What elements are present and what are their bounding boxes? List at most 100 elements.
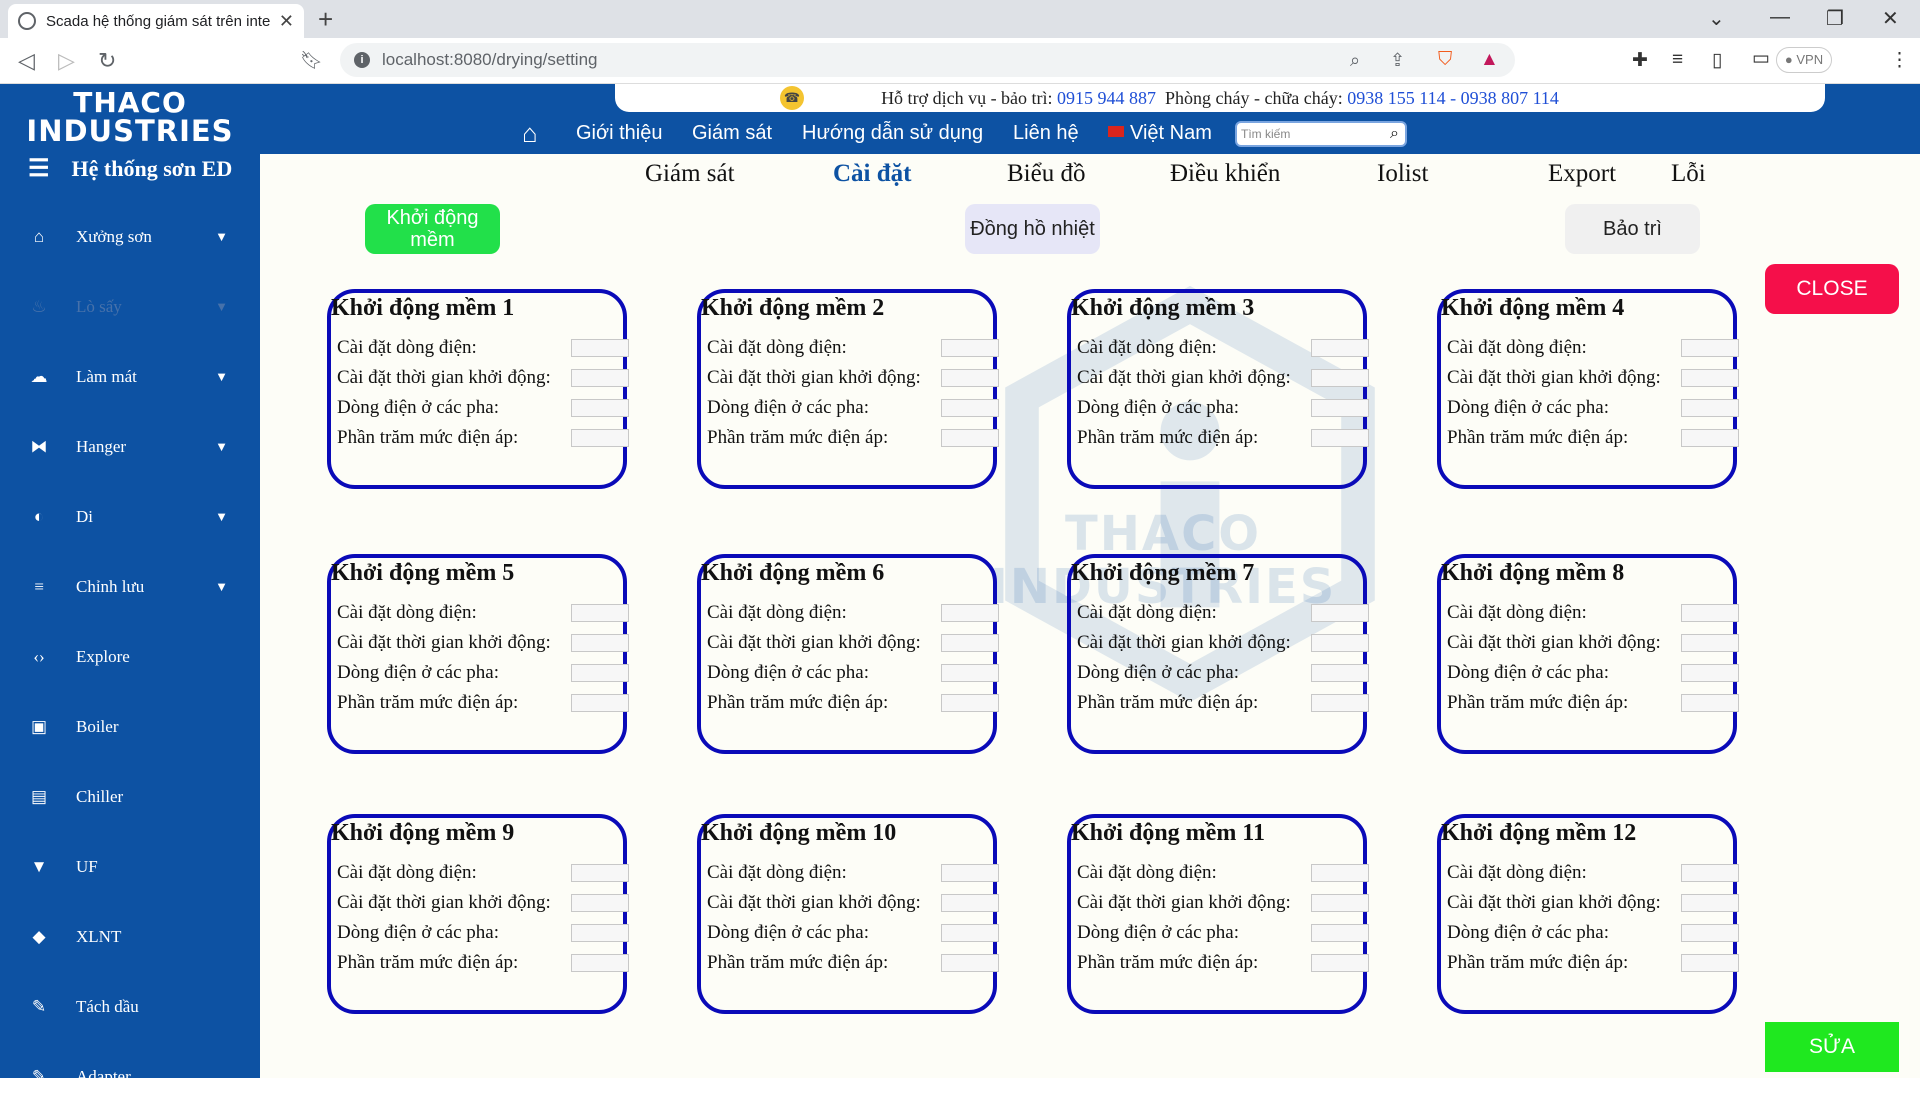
- sidebar-toggle-icon[interactable]: ▯: [1712, 49, 1722, 72]
- sidebar-item[interactable]: ◐ Di ▼: [0, 492, 260, 542]
- field-input[interactable]: [1681, 664, 1739, 682]
- subtab-errors[interactable]: Lỗi: [1671, 160, 1706, 188]
- field-input[interactable]: [1311, 954, 1369, 972]
- field-input[interactable]: [941, 894, 999, 912]
- field-input[interactable]: [571, 664, 629, 682]
- field-input[interactable]: [1681, 634, 1739, 652]
- field-input[interactable]: [1681, 339, 1739, 357]
- field-input[interactable]: [1311, 694, 1369, 712]
- field-input[interactable]: [941, 634, 999, 652]
- playlist-icon[interactable]: ≡: [1672, 49, 1683, 71]
- field-input[interactable]: [571, 634, 629, 652]
- reload-icon[interactable]: ↻: [98, 48, 116, 74]
- fire-numbers[interactable]: 0938 155 114 - 0938 807 114: [1347, 88, 1559, 109]
- nav-monitor[interactable]: Giám sát: [692, 122, 772, 145]
- share-icon[interactable]: ⇪: [1390, 50, 1405, 71]
- field-input[interactable]: [1681, 429, 1739, 447]
- field-input[interactable]: [1311, 924, 1369, 942]
- field-input[interactable]: [941, 399, 999, 417]
- soft-start-button[interactable]: Khởi động mềm: [365, 204, 500, 254]
- field-input[interactable]: [1681, 954, 1739, 972]
- field-input[interactable]: [941, 694, 999, 712]
- field-input[interactable]: [1311, 664, 1369, 682]
- field-input[interactable]: [1681, 694, 1739, 712]
- hamburger-icon[interactable]: ☰: [28, 154, 50, 183]
- nav-guide[interactable]: Hướng dẫn sử dụng: [802, 122, 983, 145]
- nav-contact[interactable]: Liên hệ: [1013, 122, 1079, 145]
- sidebar-item[interactable]: ⧓ Hanger ▼: [0, 422, 260, 472]
- field-input[interactable]: [571, 894, 629, 912]
- field-input[interactable]: [941, 339, 999, 357]
- close-window-icon[interactable]: ✕: [1882, 6, 1899, 31]
- back-icon[interactable]: ◁: [18, 48, 35, 74]
- field-input[interactable]: [941, 924, 999, 942]
- subtab-monitor[interactable]: Giám sát: [645, 160, 735, 188]
- browser-tab[interactable]: Scada hệ thống giám sát trên inte ✕: [8, 4, 304, 38]
- field-input[interactable]: [571, 399, 629, 417]
- field-input[interactable]: [571, 954, 629, 972]
- field-input[interactable]: [571, 339, 629, 357]
- field-input[interactable]: [1681, 924, 1739, 942]
- vpn-button[interactable]: ● VPN: [1776, 47, 1832, 73]
- new-tab-icon[interactable]: +: [318, 6, 333, 32]
- field-input[interactable]: [1681, 399, 1739, 417]
- thermometer-button[interactable]: Đồng hồ nhiệt: [965, 204, 1100, 254]
- search-input[interactable]: Tìm kiếm ⌕: [1235, 121, 1407, 147]
- support-number[interactable]: 0915 944 887: [1057, 88, 1156, 109]
- menu-icon[interactable]: ⋮: [1890, 49, 1909, 72]
- nav-intro[interactable]: Giới thiệu: [576, 122, 662, 145]
- maximize-icon[interactable]: ❐: [1826, 6, 1844, 31]
- sidebar-item[interactable]: ☁ Làm mát ▼: [0, 352, 260, 402]
- field-input[interactable]: [571, 924, 629, 942]
- field-input[interactable]: [1681, 894, 1739, 912]
- field-input[interactable]: [1311, 604, 1369, 622]
- field-input[interactable]: [571, 369, 629, 387]
- field-input[interactable]: [1311, 864, 1369, 882]
- field-input[interactable]: [1681, 369, 1739, 387]
- field-input[interactable]: [941, 954, 999, 972]
- minimize-icon[interactable]: —: [1770, 6, 1790, 29]
- brave-shield-icon[interactable]: ⛉: [1438, 49, 1452, 71]
- sidebar-item[interactable]: ▣ Boiler: [0, 702, 260, 752]
- rewards-icon[interactable]: ▲: [1480, 49, 1499, 71]
- wallet-icon[interactable]: ▭: [1752, 47, 1770, 70]
- field-input[interactable]: [1681, 604, 1739, 622]
- field-input[interactable]: [941, 604, 999, 622]
- field-input[interactable]: [1311, 369, 1369, 387]
- field-input[interactable]: [941, 369, 999, 387]
- field-input[interactable]: [1311, 894, 1369, 912]
- edit-button[interactable]: SỬA: [1765, 1022, 1899, 1072]
- field-input[interactable]: [571, 864, 629, 882]
- subtab-settings[interactable]: Cài đặt: [833, 160, 911, 188]
- forward-icon[interactable]: ▷: [58, 48, 75, 74]
- sidebar-item[interactable]: ⌂ Xưởng sơn ▼: [0, 212, 260, 262]
- tab-search-chevron-icon[interactable]: ⌄: [1708, 6, 1725, 31]
- address-bar[interactable]: i localhost:8080/drying/setting: [340, 43, 1515, 77]
- field-input[interactable]: [571, 694, 629, 712]
- home-icon[interactable]: ⌂: [522, 118, 538, 149]
- subtab-control[interactable]: Điều khiển: [1170, 160, 1280, 188]
- subtab-export[interactable]: Export: [1548, 160, 1616, 188]
- search-icon[interactable]: ⌕: [1390, 123, 1399, 145]
- field-input[interactable]: [1311, 339, 1369, 357]
- bookmark-icon[interactable]: 🔖︎: [300, 50, 323, 71]
- sidebar-item[interactable]: ◆ XLNT: [0, 912, 260, 962]
- site-info-icon[interactable]: i: [354, 52, 370, 68]
- subtab-charts[interactable]: Biểu đồ: [1007, 160, 1085, 188]
- language-selector[interactable]: Việt Nam: [1108, 122, 1212, 145]
- extensions-icon[interactable]: ✚: [1632, 49, 1648, 72]
- field-input[interactable]: [1311, 429, 1369, 447]
- sidebar-item[interactable]: ▤ Chiller: [0, 772, 260, 822]
- field-input[interactable]: [571, 604, 629, 622]
- field-input[interactable]: [1681, 864, 1739, 882]
- field-input[interactable]: [941, 664, 999, 682]
- field-input[interactable]: [571, 429, 629, 447]
- sidebar-item[interactable]: ♨ Lò sấy ▼: [0, 282, 260, 332]
- sidebar-item[interactable]: ✎ Tách dầu: [0, 982, 260, 1032]
- zoom-icon[interactable]: ⌕: [1350, 50, 1360, 71]
- sidebar-item[interactable]: ▼ UF: [0, 842, 260, 892]
- field-input[interactable]: [1311, 634, 1369, 652]
- maintenance-button[interactable]: Bảo trì: [1565, 204, 1700, 254]
- sidebar-item[interactable]: ‹› Explore: [0, 632, 260, 682]
- sidebar-item[interactable]: ≡ Chỉnh lưu ▼: [0, 562, 260, 612]
